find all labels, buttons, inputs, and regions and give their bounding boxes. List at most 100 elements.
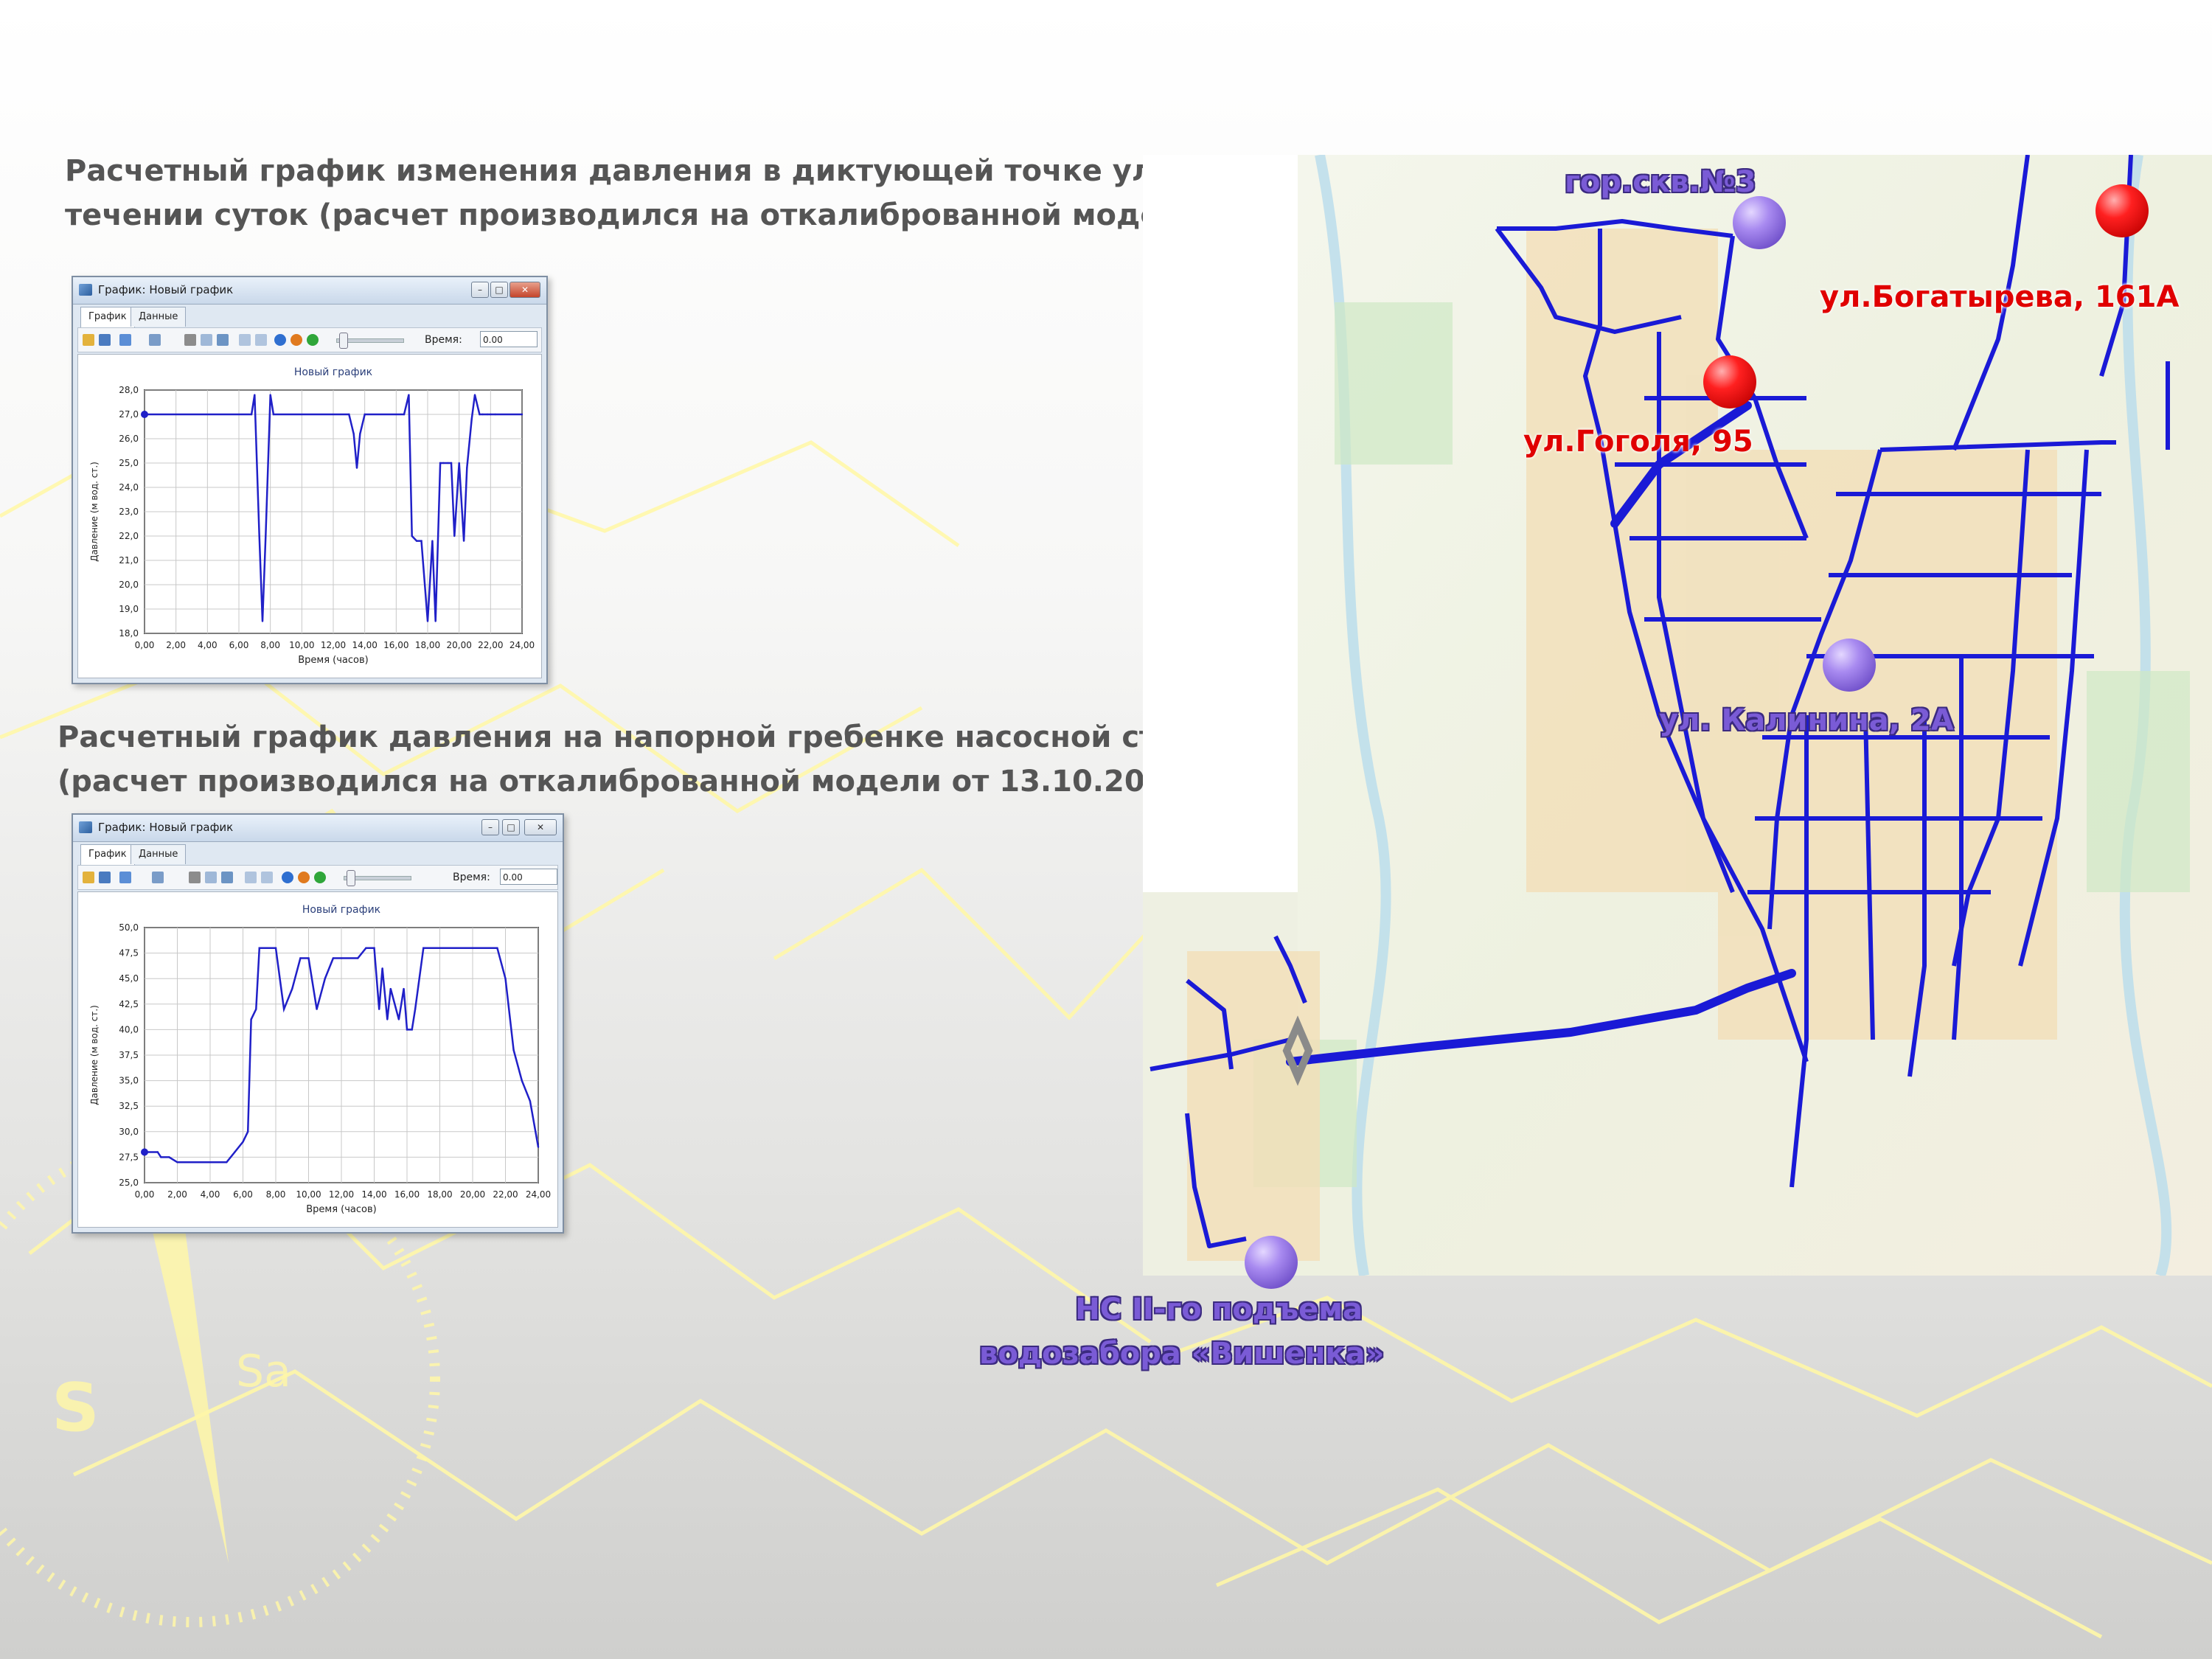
data-point (307, 957, 310, 959)
data-point (160, 1156, 162, 1158)
open-icon[interactable] (83, 334, 94, 346)
time-slider-thumb[interactable] (339, 333, 348, 349)
time-label: Время: (453, 872, 490, 883)
data-point (415, 540, 418, 542)
table-icon[interactable] (149, 334, 161, 346)
data-point (411, 535, 413, 538)
zoom-fit-icon[interactable] (239, 334, 251, 346)
x-tick-label: 6,00 (233, 1189, 253, 1200)
x-tick-label: 22,00 (493, 1189, 518, 1200)
export-icon[interactable] (221, 872, 233, 883)
minimize-button[interactable]: – (481, 819, 499, 835)
stop-icon[interactable] (291, 334, 302, 346)
data-point (434, 620, 437, 622)
map-marker-gogolya[interactable] (1703, 355, 1756, 408)
x-tick-label: 24,00 (526, 1189, 551, 1200)
stop-icon[interactable] (298, 872, 310, 883)
app-icon (79, 284, 92, 296)
time-input[interactable]: 0.00 (500, 869, 557, 885)
export-icon[interactable] (217, 334, 229, 346)
data-point (447, 462, 449, 465)
zoom-icon[interactable] (261, 872, 273, 883)
data-point (453, 535, 456, 538)
map-marker-pump-station[interactable] (1245, 1236, 1298, 1289)
tab-data[interactable]: Данные (131, 307, 187, 327)
play-icon[interactable] (314, 872, 326, 883)
x-axis-label: Время (часов) (306, 1204, 376, 1215)
x-tick-label: 16,00 (383, 640, 408, 650)
cursor-icon[interactable] (99, 334, 111, 346)
time-input[interactable]: 0.00 (480, 331, 538, 347)
chart-toolbar: Время: 0.00 (77, 865, 558, 890)
window-titlebar[interactable]: График: Новый график – □ ✕ (73, 277, 546, 305)
table-icon[interactable] (152, 872, 164, 883)
start-marker (141, 411, 148, 418)
x-tick-label: 6,00 (229, 640, 249, 650)
y-tick-label: 35,0 (119, 1076, 139, 1086)
y-tick-label: 42,5 (119, 999, 139, 1009)
x-tick-label: 2,00 (166, 640, 186, 650)
y-tick-label: 26,0 (119, 434, 139, 444)
minimize-button[interactable]: – (471, 282, 489, 298)
data-point (411, 1029, 413, 1031)
chart-type-icon[interactable] (119, 872, 131, 883)
caption-line: (расчет производился на откалиброванной … (58, 765, 1226, 799)
tab-data[interactable]: Данные (131, 844, 187, 864)
close-button[interactable]: ✕ (524, 819, 557, 835)
data-point (242, 1141, 244, 1143)
zoom-icon[interactable] (255, 334, 267, 346)
data-point (386, 1018, 389, 1020)
data-point (156, 1151, 159, 1153)
y-axis-label: Давление (м вод. ст.) (89, 462, 100, 562)
label-pump-station-line1: НС II-го подъема (1075, 1293, 1363, 1326)
plot-area: Новый график 0,00 2,00 4,00 6,00 8,00 10,00 12,… (77, 354, 542, 678)
y-tick-label: 27,0 (119, 409, 139, 420)
maximize-button[interactable]: □ (502, 819, 520, 835)
play-back-icon[interactable] (274, 334, 286, 346)
tab-graph[interactable]: График (80, 844, 135, 866)
y-tick-label: 23,0 (119, 507, 139, 517)
data-point (420, 540, 422, 542)
x-tick-label: 12,00 (329, 1189, 354, 1200)
data-point (234, 1151, 236, 1153)
maximize-button[interactable]: □ (490, 282, 508, 298)
x-tick-label: 18,00 (427, 1189, 452, 1200)
data-point (352, 433, 355, 435)
print-icon[interactable] (189, 872, 201, 883)
window-titlebar[interactable]: График: Новый график – □ ✕ (73, 815, 563, 842)
print-icon[interactable] (184, 334, 196, 346)
tab-graph[interactable]: График (80, 307, 135, 328)
y-tick-label: 21,0 (119, 555, 139, 566)
close-button[interactable]: ✕ (509, 282, 540, 298)
data-point (458, 462, 460, 465)
data-point (408, 394, 410, 396)
chart-toolbar: Время: 0.00 (77, 327, 542, 352)
data-point (250, 1018, 252, 1020)
cursor-icon[interactable] (99, 872, 111, 883)
window-title: График: Новый график (98, 821, 234, 834)
data-point (466, 467, 468, 469)
data-point (403, 413, 406, 416)
data-point (364, 413, 366, 416)
zoom-fit-icon[interactable] (245, 872, 257, 883)
copy-icon[interactable] (205, 872, 217, 883)
map-marker-bogatyreva[interactable] (2096, 184, 2149, 237)
play-back-icon[interactable] (282, 872, 293, 883)
data-point (406, 1029, 408, 1031)
y-tick-label: 24,0 (119, 482, 139, 493)
chart-type-icon[interactable] (119, 334, 131, 346)
y-tick-label: 25,0 (119, 1178, 139, 1188)
open-icon[interactable] (83, 872, 94, 883)
map-marker-gor-skv[interactable] (1733, 196, 1786, 249)
y-tick-label: 25,0 (119, 458, 139, 468)
play-icon[interactable] (307, 334, 319, 346)
data-point (529, 1100, 532, 1102)
data-point (250, 413, 253, 416)
copy-icon[interactable] (201, 334, 212, 346)
data-point (258, 535, 260, 538)
caption-pump-station: Расчетный график давления на напорной гр… (58, 715, 1260, 804)
map-marker-kalinina[interactable] (1823, 639, 1876, 692)
x-tick-label: 4,00 (201, 1189, 220, 1200)
data-point (381, 967, 383, 970)
time-slider-thumb[interactable] (347, 870, 355, 886)
